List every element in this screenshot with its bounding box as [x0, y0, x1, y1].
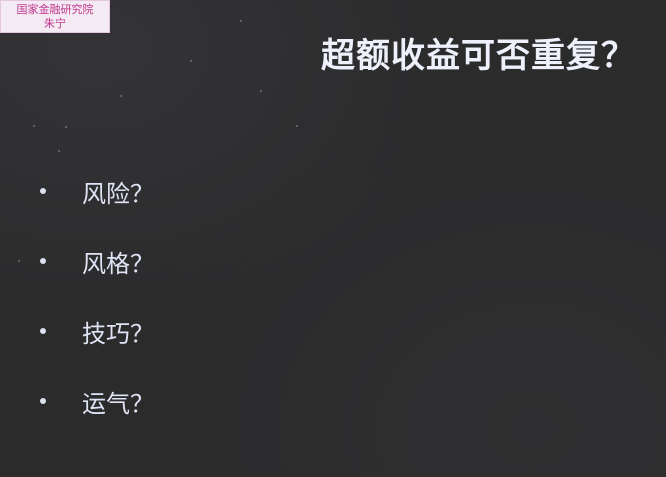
bullet-item: 风险？: [40, 168, 154, 214]
background-speck: [240, 20, 242, 22]
bullet-dot-icon: [40, 398, 46, 404]
bullet-text: 运气？: [82, 389, 154, 418]
bullet-list: 风险？ 风格？ 技巧？ 运气？: [40, 168, 154, 448]
background-speck: [58, 150, 60, 152]
bullet-text: 技巧？: [82, 319, 154, 348]
background-speck: [296, 125, 298, 127]
bullet-item: 风格？: [40, 238, 154, 284]
background-speck: [33, 125, 35, 127]
bullet-text: 风格？: [82, 249, 154, 278]
background-speck: [18, 260, 20, 262]
slide-title: 超额收益可否重复？: [321, 36, 636, 76]
bullet-dot-icon: [40, 328, 46, 334]
bullet-dot-icon: [40, 188, 46, 194]
bullet-item: 运气？: [40, 378, 154, 424]
background-speck: [190, 60, 192, 62]
watermark-name: 朱宁: [44, 16, 66, 30]
presentation-slide: 国家金融研究院 朱宁 超额收益可否重复？ 风险？ 风格？ 技巧？ 运气？: [0, 0, 666, 477]
bullet-dot-icon: [40, 258, 46, 264]
watermark-badge: 国家金融研究院 朱宁: [0, 0, 110, 33]
bullet-item: 技巧？: [40, 308, 154, 354]
watermark-org: 国家金融研究院: [16, 2, 94, 16]
background-speck: [65, 126, 67, 128]
background-speck: [120, 95, 122, 97]
background-speck: [260, 90, 262, 92]
bullet-text: 风险？: [82, 179, 154, 208]
